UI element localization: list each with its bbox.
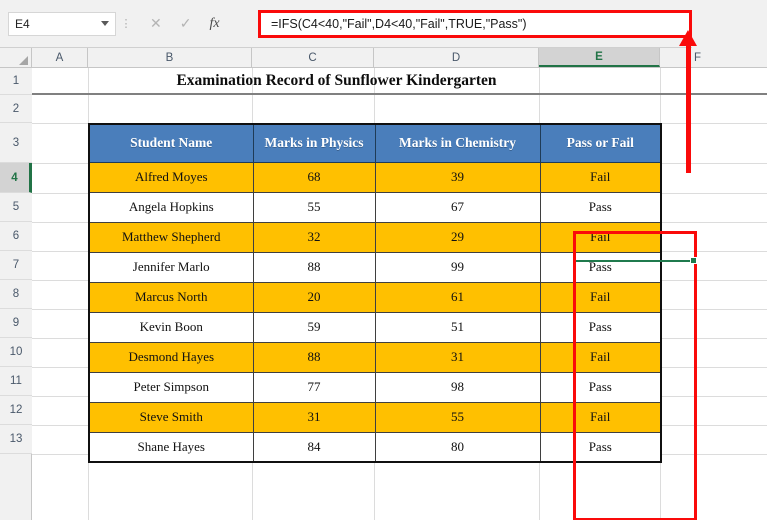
table-row[interactable]: Angela Hopkins 55 67 Pass	[88, 191, 662, 223]
row-header-6[interactable]: 6	[0, 222, 32, 251]
column-header-e[interactable]: E	[539, 48, 660, 67]
annotation-arrow-head	[679, 30, 697, 46]
cell-chemistry[interactable]: 31	[374, 341, 541, 373]
row-header-12[interactable]: 12	[0, 396, 32, 425]
table-row[interactable]: Matthew Shepherd 32 29 Fail	[88, 221, 662, 253]
row-header-7[interactable]: 7	[0, 251, 32, 280]
table-row[interactable]: Marcus North 20 61 Fail	[88, 281, 662, 313]
page-title: Examination Record of Sunflower Kinderga…	[176, 71, 497, 89]
column-header-physics: Marks in Physics	[252, 123, 376, 163]
cell-result[interactable]: Fail	[539, 161, 662, 193]
cell-chemistry[interactable]: 80	[374, 431, 541, 463]
cell-student-name[interactable]: Matthew Shepherd	[88, 221, 254, 253]
cell-student-name[interactable]: Kevin Boon	[88, 311, 254, 343]
cell-result[interactable]: Pass	[539, 191, 662, 223]
cell-result[interactable]: Fail	[539, 401, 662, 433]
cell-result[interactable]: Fail	[539, 221, 662, 253]
cell-chemistry[interactable]: 29	[374, 221, 541, 253]
row-header-11[interactable]: 11	[0, 367, 32, 396]
confirm-icon[interactable]: ✓	[180, 15, 192, 32]
formula-strip-filler	[692, 0, 767, 48]
cell-physics[interactable]: 68	[252, 161, 376, 193]
vertical-dots-icon[interactable]: ⋮	[118, 18, 134, 29]
cell-student-name[interactable]: Angela Hopkins	[88, 191, 254, 223]
formula-action-icons: ✕ ✓ fx	[140, 10, 230, 38]
cell-physics[interactable]: 31	[252, 401, 376, 433]
table-row[interactable]: Alfred Moyes 68 39 Fail	[88, 161, 662, 193]
cell-chemistry[interactable]: 39	[374, 161, 541, 193]
cell-physics[interactable]: 77	[252, 371, 376, 403]
cell-physics[interactable]: 20	[252, 281, 376, 313]
cell-physics[interactable]: 84	[252, 431, 376, 463]
cell-result[interactable]: Pass	[539, 251, 662, 283]
column-header-a[interactable]: A	[32, 48, 88, 67]
cell-result[interactable]: Pass	[539, 431, 662, 463]
formula-input-highlight: =IFS(C4<40,"Fail",D4<40,"Fail",TRUE,"Pas…	[258, 10, 692, 38]
table-row[interactable]: Steve Smith 31 55 Fail	[88, 401, 662, 433]
cell-student-name[interactable]: Marcus North	[88, 281, 254, 313]
cell-physics[interactable]: 88	[252, 341, 376, 373]
row-header-9[interactable]: 9	[0, 309, 32, 338]
annotation-arrow-shaft	[686, 40, 691, 173]
row-header-3[interactable]: 3	[0, 123, 32, 163]
table-body: Alfred Moyes 68 39 Fail Angela Hopkins 5…	[88, 161, 662, 463]
cell-physics[interactable]: 32	[252, 221, 376, 253]
table-header-row: Student Name Marks in Physics Marks in C…	[88, 123, 662, 163]
column-header-f[interactable]: F	[660, 48, 735, 67]
table-row[interactable]: Jennifer Marlo 88 99 Pass	[88, 251, 662, 283]
cell-result[interactable]: Fail	[539, 341, 662, 373]
column-header-d[interactable]: D	[374, 48, 539, 67]
cancel-icon[interactable]: ✕	[150, 15, 162, 32]
table-row[interactable]: Desmond Hayes 88 31 Fail	[88, 341, 662, 373]
row-header-4[interactable]: 4	[0, 163, 32, 193]
column-header-chemistry: Marks in Chemistry	[374, 123, 541, 163]
cell-chemistry[interactable]: 51	[374, 311, 541, 343]
cell-chemistry[interactable]: 99	[374, 251, 541, 283]
excel-window: E4 ⋮ ✕ ✓ fx =IFS(C4<40,"Fail",D4<40,"Fai…	[0, 0, 767, 520]
formula-bar-strip: E4 ⋮ ✕ ✓ fx =IFS(C4<40,"Fail",D4<40,"Fai…	[0, 0, 767, 48]
cell-chemistry[interactable]: 55	[374, 401, 541, 433]
cell-chemistry[interactable]: 98	[374, 371, 541, 403]
cell-result[interactable]: Pass	[539, 311, 662, 343]
row-header-8[interactable]: 8	[0, 280, 32, 309]
column-header-pass-or-fail: Pass or Fail	[539, 123, 662, 163]
cell-physics[interactable]: 55	[252, 191, 376, 223]
cell-student-name[interactable]: Shane Hayes	[88, 431, 254, 463]
select-all-corner[interactable]	[0, 48, 32, 67]
worksheet-grid: 1 2 3 4 5 6 7 8 9 10 11 12 13 Examinatio…	[0, 68, 767, 520]
cell-student-name[interactable]: Peter Simpson	[88, 371, 254, 403]
formula-input[interactable]: =IFS(C4<40,"Fail",D4<40,"Fail",TRUE,"Pas…	[261, 17, 527, 31]
cell-result[interactable]: Pass	[539, 371, 662, 403]
exam-record-table: Student Name Marks in Physics Marks in C…	[88, 123, 662, 463]
column-header-row: A B C D E F	[0, 48, 767, 68]
table-row[interactable]: Shane Hayes 84 80 Pass	[88, 431, 662, 463]
row-header-2[interactable]: 2	[0, 95, 32, 123]
column-header-student-name: Student Name	[88, 123, 254, 163]
cell-chemistry[interactable]: 61	[374, 281, 541, 313]
row-header-10[interactable]: 10	[0, 338, 32, 367]
name-box[interactable]: E4	[8, 11, 116, 36]
chevron-down-icon[interactable]	[101, 21, 109, 26]
column-header-c[interactable]: C	[252, 48, 374, 67]
table-row[interactable]: Peter Simpson 77 98 Pass	[88, 371, 662, 403]
sheet-cells: Examination Record of Sunflower Kinderga…	[32, 68, 767, 520]
cell-student-name[interactable]: Jennifer Marlo	[88, 251, 254, 283]
row-header-column: 1 2 3 4 5 6 7 8 9 10 11 12 13	[0, 68, 32, 520]
column-header-b[interactable]: B	[88, 48, 252, 67]
row-header-1[interactable]: 1	[0, 68, 32, 95]
cell-chemistry[interactable]: 67	[374, 191, 541, 223]
cell-student-name[interactable]: Alfred Moyes	[88, 161, 254, 193]
name-box-value: E4	[15, 16, 30, 31]
cell-physics[interactable]: 88	[252, 251, 376, 283]
insert-function-icon[interactable]: fx	[209, 16, 219, 32]
sheet-title-row: Examination Record of Sunflower Kinderga…	[32, 68, 767, 95]
cell-student-name[interactable]: Desmond Hayes	[88, 341, 254, 373]
cell-physics[interactable]: 59	[252, 311, 376, 343]
row-header-13[interactable]: 13	[0, 425, 32, 454]
row-header-5[interactable]: 5	[0, 193, 32, 222]
cell-result[interactable]: Fail	[539, 281, 662, 313]
table-row[interactable]: Kevin Boon 59 51 Pass	[88, 311, 662, 343]
cell-student-name[interactable]: Steve Smith	[88, 401, 254, 433]
